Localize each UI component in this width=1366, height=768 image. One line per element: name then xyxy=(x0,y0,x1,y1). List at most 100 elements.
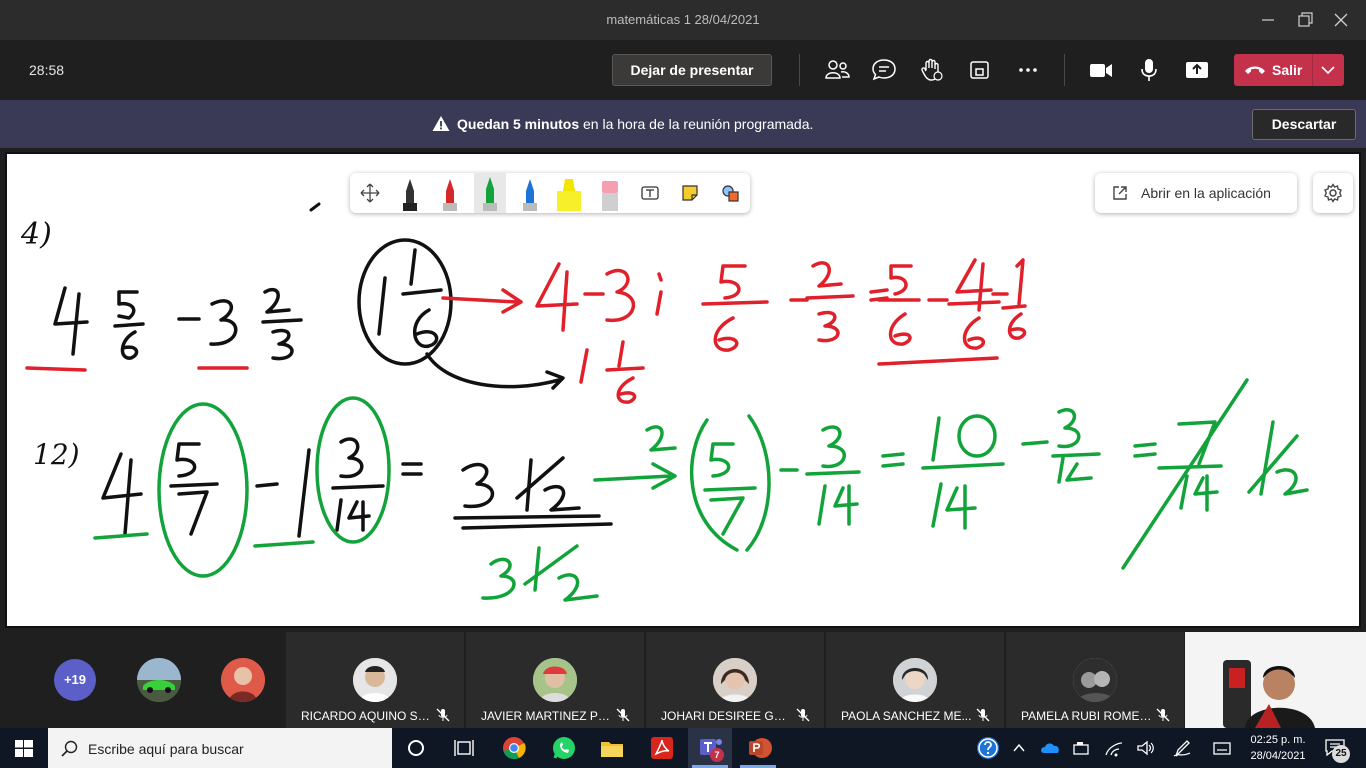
whiteboard-toolbar xyxy=(350,173,750,213)
mic-off-icon xyxy=(436,708,450,722)
participant-name: PAOLA SANCHEZ ME... xyxy=(841,709,972,723)
meeting-control-bar: 28:58 Dejar de presentar Salir xyxy=(0,40,1366,100)
presenter-video-icon xyxy=(1185,632,1366,728)
chat-button[interactable] xyxy=(870,56,898,84)
red-pen-icon[interactable] xyxy=(439,177,461,211)
sticky-note-icon[interactable] xyxy=(680,183,700,203)
warning-icon xyxy=(432,116,450,131)
mic-off-icon xyxy=(616,708,630,722)
dismiss-button[interactable]: Descartar xyxy=(1252,109,1356,140)
open-external-icon xyxy=(1113,186,1127,200)
participant-tile[interactable]: JOHARI DESIREE GUIL... xyxy=(646,632,824,728)
green-pen-icon[interactable] xyxy=(479,175,501,211)
restore-icon xyxy=(1298,12,1313,27)
self-video-preview[interactable] xyxy=(1185,632,1366,728)
open-in-app-button[interactable]: Abrir en la aplicación xyxy=(1095,173,1297,213)
eraser-icon[interactable] xyxy=(599,177,621,211)
windows-taskbar: Escribe aquí para buscar 7 02:25 p. m. 2… xyxy=(0,728,1366,768)
raise-hand-icon xyxy=(921,58,943,81)
file-explorer-icon[interactable] xyxy=(598,734,626,762)
stray-mark xyxy=(309,202,321,212)
volume-icon[interactable] xyxy=(1136,739,1156,757)
onedrive-icon[interactable] xyxy=(1040,740,1060,756)
help-icon[interactable] xyxy=(976,736,1000,760)
avatar[interactable] xyxy=(221,658,265,702)
shapes-icon[interactable] xyxy=(720,183,740,203)
meeting-end-notice: Quedan 5 minutos en la hora de la reunió… xyxy=(0,100,1366,148)
keyboard-icon[interactable] xyxy=(1212,740,1232,756)
blue-pen-icon[interactable] xyxy=(519,177,541,211)
microphone-icon xyxy=(1141,59,1157,81)
avatar xyxy=(1073,658,1117,702)
minimize-icon xyxy=(1262,19,1274,21)
whatsapp-icon[interactable] xyxy=(550,734,578,762)
cortana-icon[interactable] xyxy=(402,734,430,762)
participant-tile[interactable]: RICARDO AQUINO SA... xyxy=(286,632,464,728)
maximize-button[interactable] xyxy=(1290,8,1320,32)
participant-tile[interactable]: PAMELA RUBI ROMER... xyxy=(1006,632,1184,728)
powerpoint-icon[interactable] xyxy=(746,734,774,762)
whiteboard-canvas[interactable]: 4) 12) Abrir en la aplicación xyxy=(5,152,1361,628)
teams-window: matemáticas 1 28/04/2021 28:58 Dejar de … xyxy=(0,0,1366,768)
device-icon[interactable] xyxy=(1072,740,1092,756)
people-icon xyxy=(825,60,850,79)
mic-off-icon xyxy=(1156,708,1170,722)
window-title: matemáticas 1 28/04/2021 xyxy=(606,12,760,27)
problem-b-solution xyxy=(93,378,1309,602)
whiteboard-settings-button[interactable] xyxy=(1313,173,1353,213)
title-bar: matemáticas 1 28/04/2021 xyxy=(0,0,1366,40)
handwriting-layer: 4) 12) xyxy=(20,202,1309,602)
chevron-down-icon[interactable] xyxy=(1320,64,1336,76)
minimize-button[interactable] xyxy=(1253,8,1283,32)
participant-tile[interactable]: JAVIER MARTINEZ PIÑA xyxy=(466,632,644,728)
taskbar-search-box[interactable]: Escribe aquí para buscar xyxy=(48,728,392,768)
person-photo-icon xyxy=(221,658,265,702)
search-placeholder: Escribe aquí para buscar xyxy=(88,741,244,757)
more-participants-button[interactable]: +19 xyxy=(54,659,96,701)
problem-b-expression xyxy=(101,437,613,538)
camera-icon xyxy=(1090,64,1112,77)
problem-a-expression xyxy=(53,238,565,390)
pen-workspace-icon[interactable] xyxy=(1172,738,1192,758)
more-actions-button[interactable] xyxy=(1014,56,1042,84)
hang-up-icon xyxy=(1245,66,1265,74)
raise-hand-button[interactable] xyxy=(918,56,946,84)
highlighter-icon[interactable] xyxy=(553,177,585,211)
open-in-app-label: Abrir en la aplicación xyxy=(1141,185,1271,201)
chrome-icon[interactable] xyxy=(500,734,528,762)
share-button[interactable] xyxy=(1183,56,1211,84)
microphone-button[interactable] xyxy=(1135,56,1163,84)
divider xyxy=(1312,54,1313,86)
avatar[interactable] xyxy=(137,658,181,702)
avatar xyxy=(533,658,577,702)
leave-button[interactable]: Salir xyxy=(1234,54,1344,86)
rooms-button[interactable] xyxy=(966,56,994,84)
camera-button[interactable] xyxy=(1087,56,1115,84)
leave-label: Salir xyxy=(1272,62,1303,78)
move-icon[interactable] xyxy=(360,183,380,203)
clock-date: 28/04/2021 xyxy=(1250,750,1306,762)
notification-count-badge: 25 xyxy=(1332,745,1350,763)
participant-name: RICARDO AQUINO SA... xyxy=(301,709,433,723)
system-clock[interactable]: 02:25 p. m. 28/04/2021 xyxy=(1240,732,1316,764)
participant-name: JOHARI DESIREE GUIL... xyxy=(661,709,793,723)
stop-presenting-button[interactable]: Dejar de presentar xyxy=(612,54,772,86)
chevron-up-icon[interactable] xyxy=(1012,741,1026,755)
gear-icon xyxy=(1324,183,1342,203)
teams-badge: 7 xyxy=(710,748,724,762)
close-button[interactable] xyxy=(1326,8,1356,32)
participant-name: JAVIER MARTINEZ PIÑA xyxy=(481,709,613,723)
chat-icon xyxy=(872,59,896,81)
task-view-icon[interactable] xyxy=(450,734,478,762)
close-icon xyxy=(1334,13,1348,27)
text-box-icon[interactable] xyxy=(640,184,660,202)
acrobat-icon[interactable] xyxy=(648,734,676,762)
problem-b-number: 12) xyxy=(33,438,80,471)
black-pen-icon[interactable] xyxy=(399,177,421,211)
participant-tile[interactable]: PAOLA SANCHEZ ME... xyxy=(826,632,1004,728)
problem-a-number: 4) xyxy=(20,217,52,252)
participants-button[interactable] xyxy=(823,56,851,84)
windows-start-icon[interactable] xyxy=(15,740,33,757)
more-icon xyxy=(1019,68,1037,72)
wifi-icon[interactable] xyxy=(1104,739,1124,757)
